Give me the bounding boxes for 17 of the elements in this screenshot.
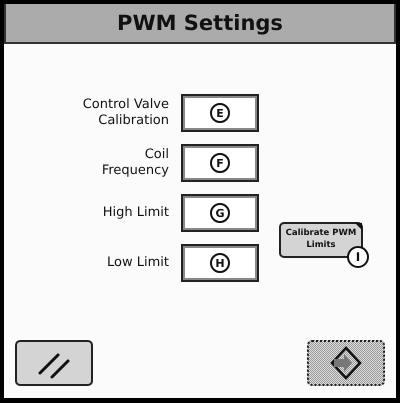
setting-field[interactable]: E bbox=[181, 94, 259, 132]
setting-label: High Limit bbox=[102, 205, 169, 221]
setting-field[interactable]: H bbox=[181, 244, 259, 282]
callout-label: H bbox=[210, 253, 230, 273]
callout-label: F bbox=[210, 153, 230, 173]
callout-label: E bbox=[210, 103, 230, 123]
callout-label: G bbox=[210, 203, 230, 223]
window-title: PWM Settings bbox=[4, 4, 396, 44]
setting-field[interactable]: G bbox=[181, 194, 259, 232]
arrow-diamond-icon bbox=[330, 346, 362, 380]
setting-label: Low Limit bbox=[106, 255, 169, 271]
setting-label: Control Valve Calibration bbox=[82, 97, 169, 129]
setting-field[interactable]: F bbox=[181, 144, 259, 182]
setting-label: Coil Frequency bbox=[100, 147, 169, 179]
corner-icon bbox=[355, 223, 362, 230]
cancel-button[interactable] bbox=[15, 340, 93, 386]
callout-label: I bbox=[347, 246, 369, 268]
